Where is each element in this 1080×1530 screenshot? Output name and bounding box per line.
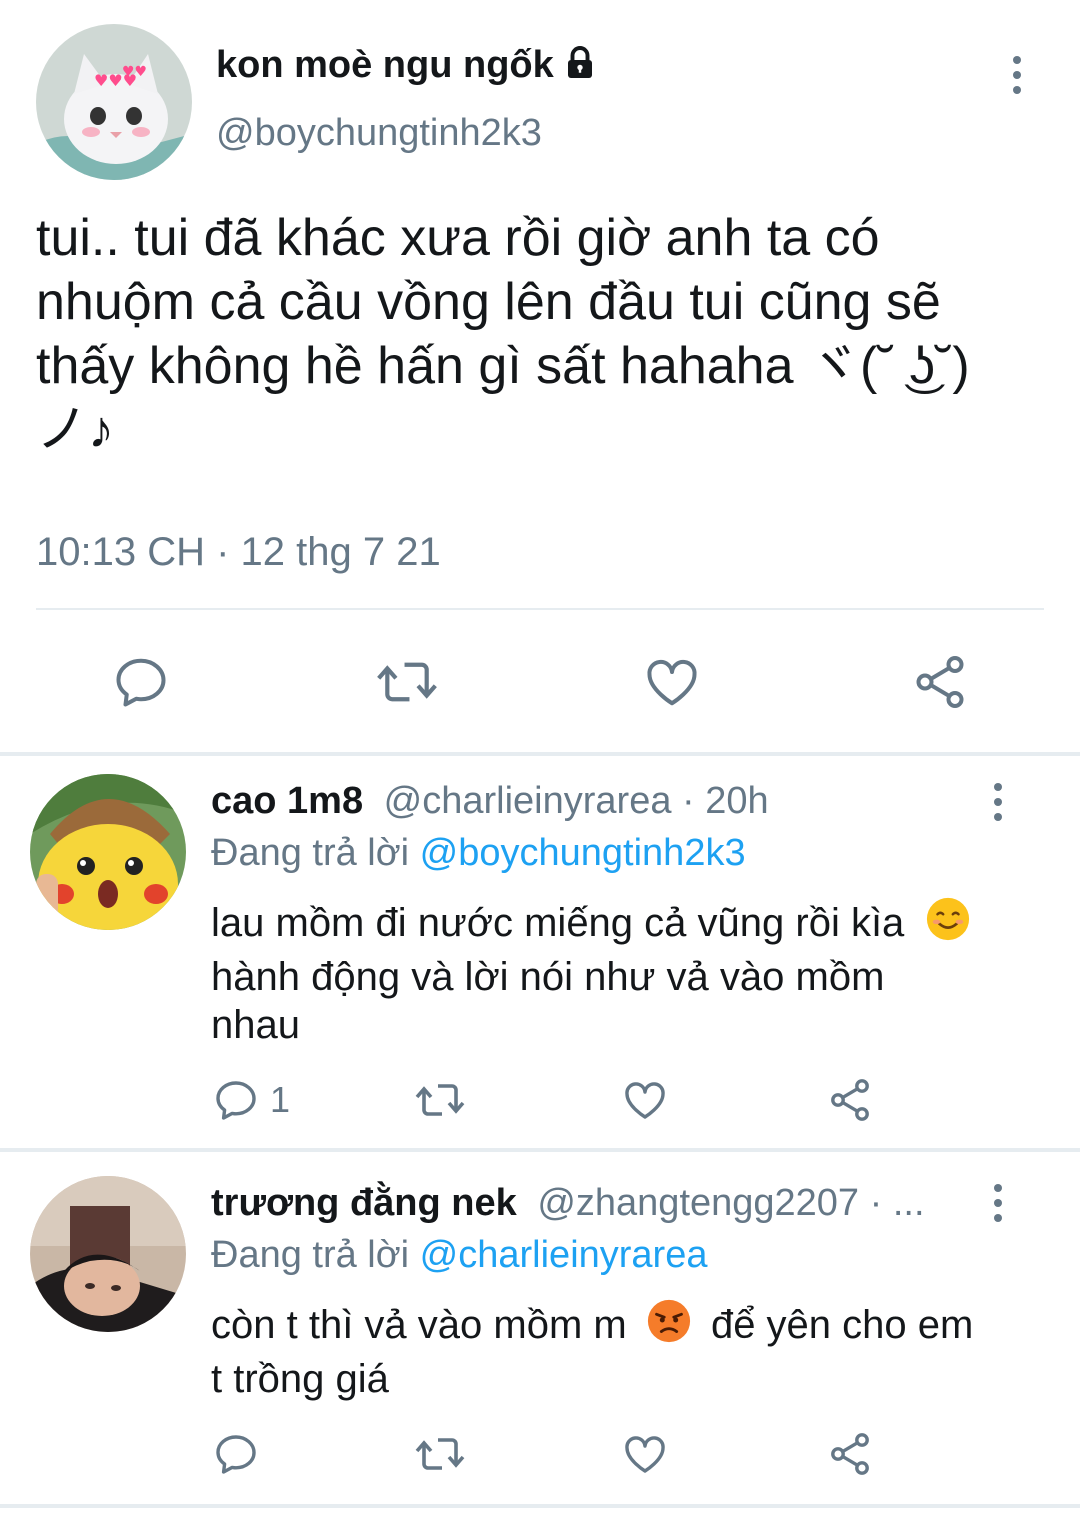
section-divider [0,1148,1080,1152]
more-icon[interactable] [997,45,1037,105]
replying-to-label: Đang trả lời [211,832,410,874]
reply-2-display-name[interactable]: trương đằng nek [211,1182,517,1224]
like-button[interactable] [621,1076,669,1124]
main-text-line: thấy không hề hấn gì sất hahaha ヾ(˘ ͜ʖ˘) [36,337,970,395]
avatar-reply-1[interactable] [30,774,186,930]
reply-button[interactable]: 1 [212,1076,290,1124]
main-text-line: tui.. tui đã khác xưa rồi giờ anh ta có [36,209,880,267]
smiling-face-icon [925,896,971,953]
reply-text-line: lau mồm đi nước miếng cả vũng rồi kìa [211,901,905,945]
reply-1-text: lau mồm đi nước miếng cả vũng rồi kìa hà… [211,896,971,1049]
reply-text-line: còn t thì vả vào mồm m [211,1303,627,1347]
avatar-reply-2[interactable] [30,1176,186,1332]
more-icon[interactable] [978,772,1018,832]
divider [36,608,1044,610]
retweet-icon [377,662,437,702]
reply-text-line: để yên cho em [710,1303,974,1347]
reply-button[interactable] [212,1430,260,1478]
retweet-button[interactable] [414,1430,466,1478]
reply-text-line: hành động và lời nói như vả vào mồm [211,955,885,999]
reply-2-text: còn t thì vả vào mồm m để yên cho em t t… [211,1298,973,1403]
like-button[interactable] [621,1430,669,1478]
angry-face-icon [646,1298,692,1355]
reply-text-line: nhau [211,1003,300,1047]
reply-1-display-name[interactable]: cao 1m8 [211,780,363,822]
reply-count: 1 [270,1079,291,1120]
section-divider [0,752,1080,756]
section-divider [0,1504,1080,1508]
retweet-button[interactable] [375,652,439,712]
lock-icon [562,45,598,86]
reply-icon [116,658,166,707]
reply-icon [216,1435,256,1474]
like-icon [647,659,697,706]
share-icon [831,1079,869,1121]
reply-2-handle-time[interactable]: @zhangtengg2207 · ... [537,1182,924,1224]
retweet-icon [415,1084,465,1116]
share-icon [831,1433,869,1475]
reply-text-line: t trồng giá [211,1357,389,1401]
main-handle[interactable]: @boychungtinh2k3 [216,112,542,155]
share-button[interactable] [826,1430,874,1478]
retweet-button[interactable] [414,1076,466,1124]
avatar-main[interactable]: ♥♥♥ ♥♥ [36,24,192,180]
retweet-icon [415,1438,465,1470]
main-text-line: ノ♪ [36,401,115,459]
share-button[interactable] [910,652,970,712]
share-icon [916,656,964,708]
replying-to-handle[interactable]: @boychungtinh2k3 [420,832,746,874]
like-button[interactable] [642,652,702,712]
more-icon[interactable] [978,1173,1018,1233]
share-button[interactable] [826,1076,874,1124]
main-timestamp[interactable]: 10:13 CH · 12 thg 7 21 [36,530,441,575]
main-text-line: nhuộm cả cầu vồng lên đầu tui cũng sẽ [36,273,941,331]
main-display-name[interactable]: kon moè ngu ngốk [216,44,554,87]
replying-to-label: Đang trả lời [211,1234,410,1276]
reply-1-handle-time[interactable]: @charlieinyrarea · 20h [384,780,769,822]
reply-icon [216,1081,256,1120]
replying-to-handle[interactable]: @charlieinyrarea [420,1234,708,1276]
like-icon [625,1082,665,1119]
reply-button[interactable] [111,652,171,712]
svg-text:♥♥: ♥♥ [122,64,147,80]
main-tweet-text: tui.. tui đã khác xưa rồi giờ anh ta có … [36,206,970,462]
like-icon [625,1436,665,1473]
